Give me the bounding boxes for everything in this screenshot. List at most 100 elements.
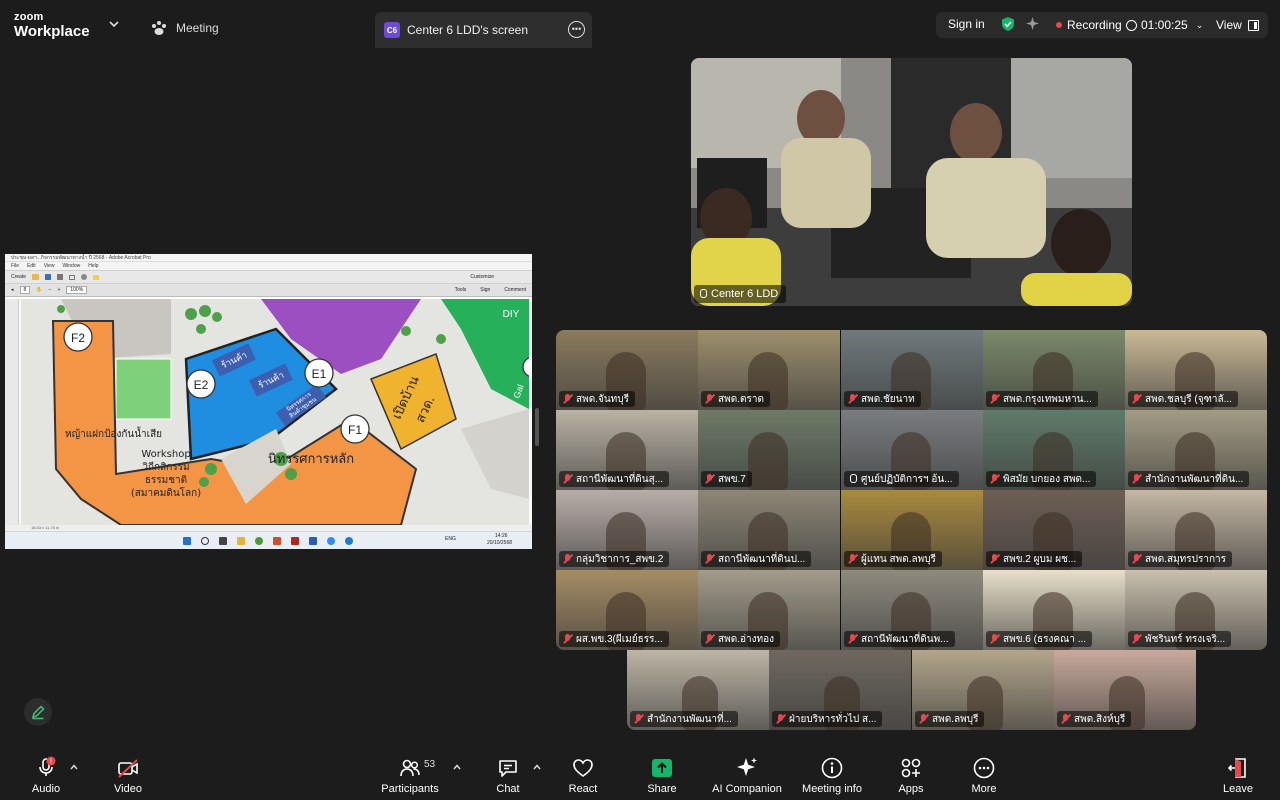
participant-tile[interactable]: ผู้แทน สพด.ลพบุรี [841,490,983,570]
participant-tile[interactable]: กลุ่มวิชาการ_สพข.2 [556,490,698,570]
participants-button[interactable]: Participants [380,748,440,800]
word-icon [309,537,317,545]
microphone-muted-icon [848,554,857,564]
workshop-label-2: วิถีกสิกรรม [142,461,190,473]
participant-name-tag: สพด.ตราด [701,391,770,407]
zoom-level: 100% [66,286,88,294]
more-label: More [971,783,997,795]
participant-tile[interactable]: สำนักงานพัฒนาที่... [627,650,769,730]
participant-name: ฝ่ายบริหารทั่วไป ส... [789,713,877,725]
shared-screen-content[interactable]: ประชุม-ผลฯ...กิจกรรมพัฒนาทางน้ำ ปี 2568 … [5,254,532,549]
ai-companion-button[interactable]: AI Companion [710,748,784,800]
split-resize-handle[interactable] [535,408,539,446]
participant-name: สถานีพัฒนาที่ดินสุ... [576,473,664,485]
participant-tile[interactable]: สพด.ลพบุรี [912,650,1054,730]
participant-name-tag: สพด.สิงห์บุรี [1057,711,1132,727]
more-options-icon[interactable]: ••• [568,21,585,38]
participant-tile[interactable]: สพข.6 (ธรงคณา ... [983,570,1125,650]
recording-indicator[interactable]: Recording [1056,18,1122,32]
participant-name: สถานีพัฒนาที่ดินป... [718,553,806,565]
menu-help: Help [88,263,99,269]
document-view: F2 E2 E1 F1 DIY Gal ร้านค้า ร้านค้า นิทร… [5,299,532,525]
chat-button[interactable]: Chat [490,748,526,800]
participant-name: สพข.7 [718,473,746,485]
participant-name-tag: ศูนย์ปฏิบัติการฯ อ้น... [844,471,959,487]
participant-name: สพข.6 (ธรงคณา ... [1003,633,1087,645]
tab-shared-screen[interactable]: C6 Center 6 LDD's screen ••• [375,12,592,48]
apps-button[interactable]: Apps [893,748,929,800]
microphone-muted-icon [848,634,857,644]
video-label: Video [114,783,142,795]
participant-name: สำนักงานพัฒนาที่... [647,713,732,725]
zoom-logo[interactable]: zoom Workplace [14,12,90,40]
participant-name: สถานีพัฒนาที่ดินพ... [861,633,949,645]
participant-name: สพข.2 ผูบม ผช... [1003,553,1077,565]
microphone-muted-icon [1061,714,1070,724]
chevron-up-icon[interactable] [452,762,462,772]
participant-name-tag: ผส.พข.3(ผีเมย์ธรร... [559,631,669,647]
more-button[interactable]: More [966,748,1002,800]
meeting-button[interactable]: Meeting [150,18,219,38]
comment-panel: Comment [504,287,526,293]
chat-icon [499,760,517,777]
participant-tile[interactable]: สำนักงานพัฒนาที่ดิน... [1125,410,1267,490]
participant-tile[interactable]: สพด.ชัยนาท [841,330,983,410]
ai-sparkle-icon[interactable] [1025,16,1040,31]
participant-tile[interactable]: สพด.จันทบุรี [556,330,698,410]
participant-tile[interactable]: พัชรินทร์ ทรงเจริ... [1125,570,1267,650]
ai-sparkle-icon [737,757,757,776]
audio-label: Audio [31,783,61,795]
menu-view: View [43,263,55,269]
meeting-info-button[interactable]: Meeting info [799,748,865,800]
annotate-button[interactable] [24,698,52,726]
sign-in-button[interactable]: Sign in [948,17,985,31]
participant-tile[interactable]: สพด.สิงห์บุรี [1054,650,1196,730]
participant-tile[interactable]: ผส.พข.3(ผีเมย์ธรร... [556,570,698,650]
heart-icon [573,759,593,777]
print-icon [57,274,64,280]
participant-tile[interactable]: สพข.7 [698,410,840,490]
participant-tile[interactable]: สพด.อ่างทอง [698,570,840,650]
participant-name-tag: สพข.6 (ธรงคณา ... [986,631,1093,647]
video-button[interactable]: Video [108,748,148,800]
tray-time: 14:26 [495,533,508,539]
participant-tile[interactable]: สพด.ชลบุรี (จุฑาลั... [1125,330,1267,410]
chevron-up-icon[interactable] [532,762,542,772]
participant-tile[interactable]: พิสมัย บกยอง สพด... [983,410,1125,490]
participant-name: สพด.ชลบุรี (จุฑาลั... [1145,393,1232,405]
participant-tile[interactable]: สพข.2 ผูบม ผช... [983,490,1125,570]
participant-name-tag: สพด.ลพบุรี [915,711,985,727]
participant-name: สพด.สิงห์บุรี [1074,713,1126,725]
participant-tile[interactable]: สถานีพัฒนาที่ดินป... [698,490,840,570]
brand-bottom: Workplace [14,23,90,40]
active-speaker-video[interactable]: Center 6 LDD [691,58,1132,306]
leave-button[interactable]: Leave [1220,748,1256,800]
pencil-icon [31,705,45,720]
share-button[interactable]: Share [642,748,682,800]
participant-tile[interactable]: ศูนย์ปฏิบัติการฯ อ้น... [841,410,983,490]
participant-tile[interactable]: สถานีพัฒนาที่ดินพ... [841,570,983,650]
meeting-timer[interactable]: 01:00:25 ⌄ [1126,18,1203,32]
chevron-down-icon[interactable] [108,18,120,30]
participant-tile[interactable]: สพด.กรุงเทพมหาน... [983,330,1125,410]
audio-button[interactable]: ! Audio [28,748,64,800]
participant-name-tag: สพด.ชัยนาท [844,391,921,407]
acrobat-toolbar: Create Customize [5,270,532,284]
participant-tile[interactable]: สพด.ตราด [698,330,840,410]
participant-tile[interactable]: สพด.สมุทรปราการ [1125,490,1267,570]
menu-edit: Edit [27,263,36,269]
share-screen-icon [652,759,672,777]
acrobat-side-panel [5,299,19,525]
folder-icon [32,274,40,280]
react-button[interactable]: React [564,748,602,800]
microphone-muted-icon [848,394,857,404]
participant-tile[interactable]: สถานีพัฒนาที่ดินสุ... [556,410,698,490]
participant-name-tag: สพด.ชลบุรี (จุฑาลั... [1128,391,1238,407]
participant-tile[interactable]: ฝ่ายบริหารทั่วไป ส... [769,650,911,730]
chevron-up-icon[interactable] [69,762,79,772]
view-button[interactable]: View [1216,18,1259,32]
participant-name-tag: สถานีพัฒนาที่ดินสุ... [559,471,670,487]
workshop-label-3: ธรรมชาติ [145,475,187,486]
shield-check-icon[interactable] [1000,16,1016,32]
meeting-toolbar: ! Audio Video Participants 53 Chat React… [0,748,1280,800]
